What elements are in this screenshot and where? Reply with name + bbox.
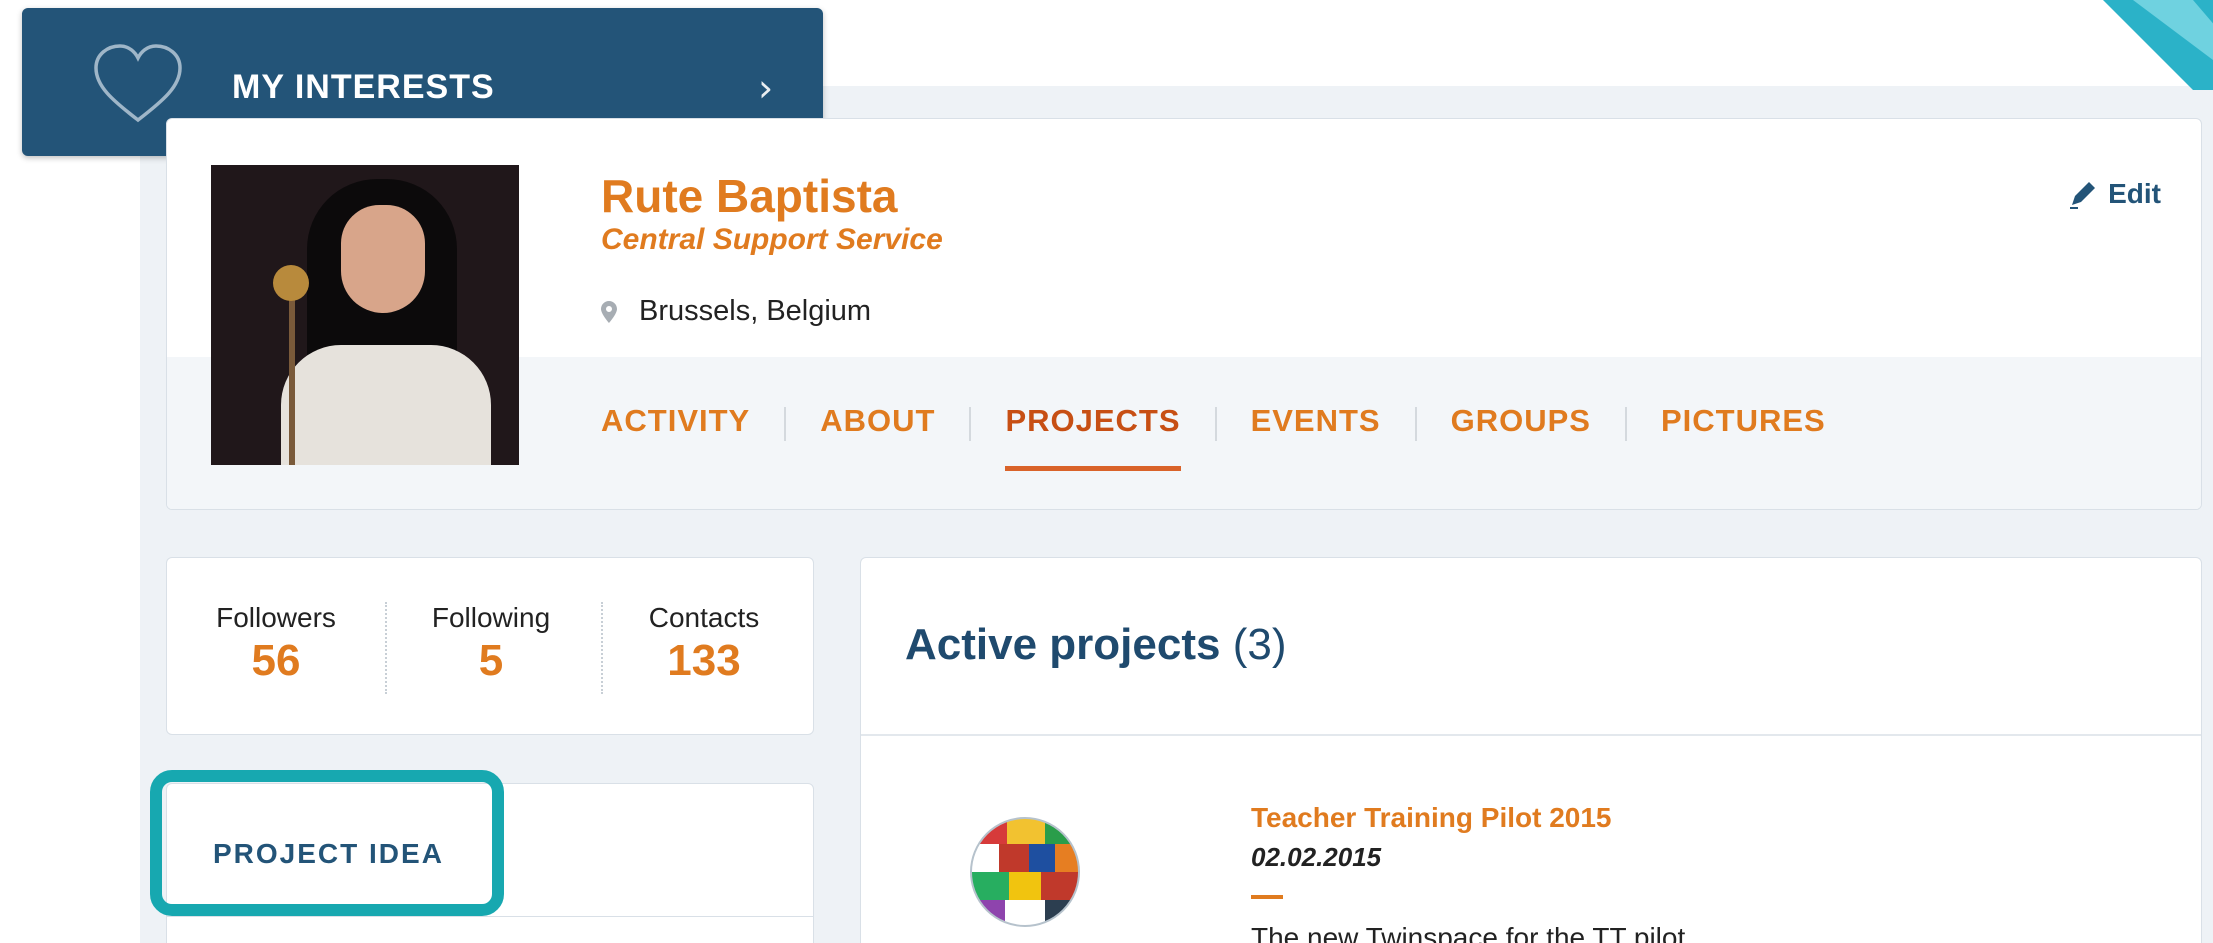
stat-value: 133 bbox=[667, 636, 741, 685]
profile-department[interactable]: Central Support Service bbox=[601, 223, 943, 257]
highlight-outline bbox=[150, 770, 504, 916]
profile-location: Brussels, Belgium bbox=[601, 295, 871, 328]
tab-groups[interactable]: GROUPS bbox=[1451, 403, 1591, 445]
location-pin-icon bbox=[601, 300, 617, 323]
stat-label: Followers bbox=[216, 602, 336, 633]
stat-value: 5 bbox=[478, 636, 504, 685]
project-item-date: 02.02.2015 bbox=[1251, 842, 1382, 872]
tab-activity[interactable]: ACTIVITY bbox=[601, 403, 750, 445]
chevron-right-icon: › bbox=[758, 66, 774, 110]
corner-decoration bbox=[2103, 0, 2213, 90]
stat-followers[interactable]: Followers 56 bbox=[211, 602, 341, 686]
heart-icon bbox=[94, 44, 182, 123]
page: MY INTERESTS › Rute Baptista Central Sup… bbox=[0, 0, 2213, 943]
active-projects-title: Active projects bbox=[905, 620, 1221, 669]
stat-label: Following bbox=[431, 602, 551, 633]
tab-about[interactable]: ABOUT bbox=[820, 403, 935, 445]
profile-name[interactable]: Rute Baptista bbox=[601, 169, 897, 223]
active-projects-card: Active projects (3) Teacher Training Pil… bbox=[860, 557, 2202, 943]
profile-photo bbox=[211, 165, 519, 465]
edit-label: Edit bbox=[2108, 178, 2161, 209]
tab-pictures[interactable]: PICTURES bbox=[1661, 403, 1826, 445]
stat-contacts[interactable]: Contacts 133 bbox=[639, 602, 769, 686]
location-text: Brussels, Belgium bbox=[639, 295, 872, 327]
active-projects-count: (3) bbox=[1232, 620, 1287, 669]
profile-card: Rute Baptista Central Support Service Br… bbox=[166, 118, 2202, 510]
project-item-description: The new Twinspace for the TT pilot bbox=[1251, 922, 1686, 943]
profile-tabs: ACTIVITY ABOUT PROJECTS EVENTS GROUPS PI… bbox=[601, 403, 1826, 471]
my-interests-label: MY INTERESTS bbox=[232, 68, 495, 106]
active-projects-heading: Active projects (3) bbox=[905, 620, 1286, 670]
stat-following[interactable]: Following 5 bbox=[421, 602, 561, 686]
project-globe-icon[interactable] bbox=[969, 816, 1081, 928]
stat-label: Contacts bbox=[648, 602, 760, 633]
pencil-icon bbox=[2070, 182, 2096, 209]
project-item-title[interactable]: Teacher Training Pilot 2015 bbox=[1251, 802, 1612, 834]
tab-events[interactable]: EVENTS bbox=[1251, 403, 1381, 445]
stat-value: 56 bbox=[251, 636, 301, 685]
tab-projects[interactable]: PROJECTS bbox=[1005, 403, 1181, 471]
edit-button[interactable]: Edit bbox=[2066, 177, 2161, 211]
stats-card: Followers 56 Following 5 Contacts 133 bbox=[166, 557, 814, 735]
